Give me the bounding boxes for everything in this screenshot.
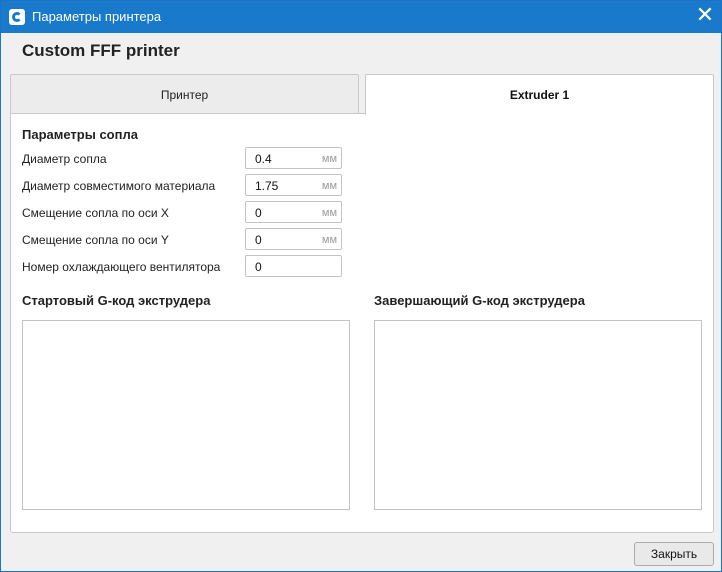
nozzle-offset-x-value: 0 <box>255 206 262 220</box>
material-diameter-label: Диаметр совместимого материала <box>22 179 216 193</box>
tab-printer[interactable]: Принтер <box>10 74 359 114</box>
cooling-fan-label: Номер охлаждающего вентилятора <box>22 260 221 274</box>
window-title: Параметры принтера <box>32 9 162 24</box>
printer-name: Custom FFF printer <box>22 41 180 60</box>
nozzle-offset-y-label: Смещение сопла по оси Y <box>22 233 169 247</box>
close-button[interactable]: Закрыть <box>634 542 714 566</box>
material-diameter-value: 1.75 <box>255 179 279 193</box>
material-diameter-field[interactable]: 1.75 мм <box>245 174 342 196</box>
nozzle-size-field[interactable]: 0.4 мм <box>245 147 342 169</box>
nozzle-size-value: 0.4 <box>255 152 272 166</box>
tab-extruder-1[interactable]: Extruder 1 <box>365 74 714 115</box>
unit-label: мм <box>321 234 337 246</box>
unit-label: мм <box>321 207 337 219</box>
nozzle-settings-title: Параметры сопла <box>22 127 138 142</box>
unit-label: мм <box>321 153 337 165</box>
printer-settings-dialog: Параметры принтера ✕ Custom FFF printer … <box>0 0 722 572</box>
close-icon[interactable]: ✕ <box>689 1 721 33</box>
cooling-fan-field[interactable]: 0 <box>245 255 342 277</box>
nozzle-offset-x-label: Смещение сопла по оси X <box>22 206 169 220</box>
nozzle-offset-x-field[interactable]: 0 мм <box>245 201 342 223</box>
unit-label: мм <box>321 180 337 192</box>
nozzle-size-label: Диаметр сопла <box>22 152 107 166</box>
end-gcode-editor[interactable] <box>374 320 702 510</box>
start-gcode-editor[interactable] <box>22 320 350 510</box>
start-gcode-title: Стартовый G-код экструдера <box>22 293 211 308</box>
nozzle-offset-y-value: 0 <box>255 233 262 247</box>
cura-logo-icon <box>9 9 25 25</box>
title-bar[interactable]: Параметры принтера ✕ <box>1 1 721 33</box>
end-gcode-title: Завершающий G-код экструдера <box>374 293 585 308</box>
cooling-fan-value: 0 <box>255 260 262 274</box>
nozzle-offset-y-field[interactable]: 0 мм <box>245 228 342 250</box>
